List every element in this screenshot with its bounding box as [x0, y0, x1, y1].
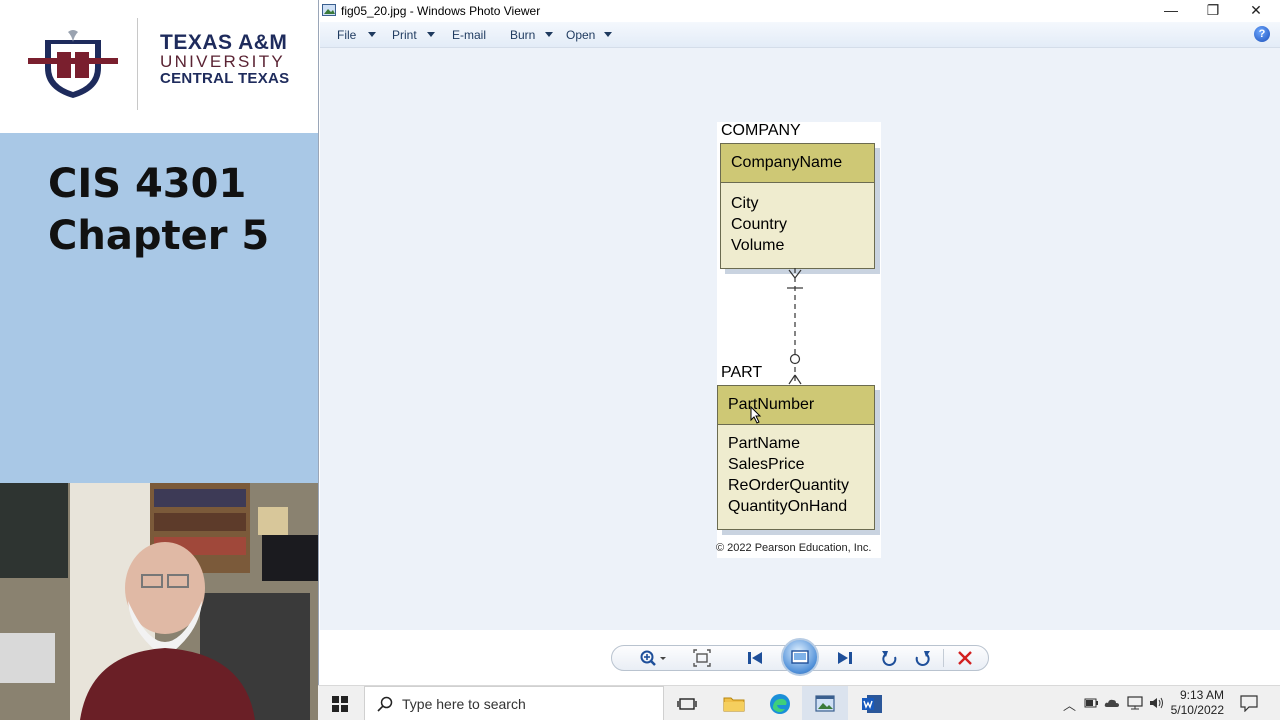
university-logo-band: TEXAS A&M UNIVERSITY CENTRAL TEXAS — [0, 0, 318, 133]
clock-time: 9:13 AM — [1179, 688, 1224, 702]
attribute-country: Country — [731, 216, 788, 233]
slide-title: CIS 4301 Chapter 5 — [48, 158, 269, 262]
search-placeholder: Type here to search — [402, 696, 526, 712]
chevron-down-icon[interactable] — [368, 32, 376, 37]
attribute-volume: Volume — [731, 237, 785, 254]
relationship-line — [787, 268, 803, 385]
network-icon[interactable] — [1127, 696, 1143, 710]
controls-divider — [943, 649, 944, 667]
chapter-label: Chapter 5 — [48, 213, 270, 259]
university-wordmark: TEXAS A&M UNIVERSITY CENTRAL TEXAS — [160, 32, 310, 88]
entity-key-companyname: CompanyName — [721, 144, 874, 183]
rotate-counterclockwise-icon[interactable] — [880, 649, 900, 667]
next-icon[interactable] — [834, 649, 856, 667]
photo-viewer-window: fig05_20.jpg - Windows Photo Viewer — ❐ … — [318, 0, 1280, 685]
er-diagram: COMPANY CompanyName City Country Volume — [717, 122, 881, 558]
menu-burn[interactable]: Burn — [510, 28, 535, 42]
zoom-icon[interactable] — [638, 649, 670, 667]
logo-line-2: UNIVERSITY — [160, 52, 286, 71]
viewer-controls — [320, 630, 1280, 685]
onedrive-icon[interactable] — [1104, 697, 1120, 709]
actual-size-icon[interactable] — [693, 649, 711, 667]
previous-icon[interactable] — [744, 649, 766, 667]
title-bar: fig05_20.jpg - Windows Photo Viewer — ❐ … — [319, 0, 1280, 22]
logo-line-3: CENTRAL TEXAS — [160, 70, 290, 87]
slideshow-icon[interactable] — [781, 638, 819, 676]
task-view-icon[interactable] — [676, 693, 698, 715]
entity-company: CompanyName City Country Volume — [720, 143, 875, 269]
course-code: CIS 4301 — [48, 161, 247, 207]
university-seal-icon — [28, 30, 118, 98]
entity-key-partnumber: PartNumber — [718, 386, 874, 425]
webcam-image — [0, 483, 318, 720]
entity-name-part: PART — [721, 364, 763, 381]
attribute-reorderquantity: ReOrderQuantity — [728, 477, 849, 494]
menu-open[interactable]: Open — [566, 28, 595, 42]
menu-file[interactable]: File — [337, 28, 356, 42]
help-icon[interactable]: ? — [1254, 26, 1270, 42]
chevron-down-icon[interactable] — [545, 32, 553, 37]
figure-copyright: © 2022 Pearson Education, Inc. — [716, 542, 872, 554]
menu-bar: File Print E-mail Burn Open ? — [320, 22, 1280, 48]
notifications-icon[interactable] — [1240, 695, 1258, 712]
menu-email[interactable]: E-mail — [452, 28, 486, 42]
taskbar-search-box[interactable]: Type here to search — [364, 686, 664, 720]
entity-attributes-company: City Country Volume — [721, 183, 874, 256]
window-title: fig05_20.jpg - Windows Photo Viewer — [341, 4, 541, 18]
logo-line-1: TEXAS A&M — [160, 31, 288, 54]
attribute-city: City — [731, 195, 759, 212]
attribute-quantityonhand: QuantityOnHand — [728, 498, 848, 515]
close-button[interactable]: ✕ — [1236, 2, 1276, 20]
chevron-up-icon[interactable]: ︿ — [1063, 695, 1076, 714]
restore-button[interactable]: ❐ — [1193, 2, 1233, 20]
chevron-down-icon[interactable] — [604, 32, 612, 37]
entity-attributes-part: PartName SalesPrice ReOrderQuantity Quan… — [718, 425, 874, 517]
webcam-feed — [0, 483, 318, 720]
photo-viewer-app-icon — [322, 4, 336, 16]
windows-taskbar: Type here to search ︿ 9:13 AM 5/10/2022 — [318, 685, 1280, 720]
chevron-down-icon[interactable] — [427, 32, 435, 37]
windows-start-icon[interactable] — [332, 696, 348, 712]
system-clock[interactable]: 9:13 AM 5/10/2022 — [1171, 688, 1224, 718]
search-icon — [377, 696, 393, 712]
battery-icon[interactable] — [1084, 697, 1098, 709]
entity-name-company: COMPANY — [721, 122, 801, 139]
photo-viewer-taskbar-icon[interactable] — [814, 693, 836, 715]
file-explorer-icon[interactable] — [723, 693, 745, 715]
rotate-clockwise-icon[interactable] — [912, 649, 932, 667]
entity-part: PartNumber PartName SalesPrice ReOrderQu… — [717, 385, 875, 530]
word-icon[interactable] — [861, 693, 883, 715]
volume-icon[interactable] — [1149, 696, 1165, 710]
menu-print[interactable]: Print — [392, 28, 417, 42]
edge-browser-icon[interactable] — [769, 693, 791, 715]
logo-divider — [137, 18, 138, 110]
minimize-button[interactable]: — — [1151, 2, 1191, 20]
attribute-salesprice: SalesPrice — [728, 456, 805, 473]
mouse-cursor-icon — [750, 406, 762, 424]
attribute-partname: PartName — [728, 435, 801, 452]
delete-icon[interactable] — [956, 649, 974, 667]
clock-date: 5/10/2022 — [1170, 703, 1224, 717]
